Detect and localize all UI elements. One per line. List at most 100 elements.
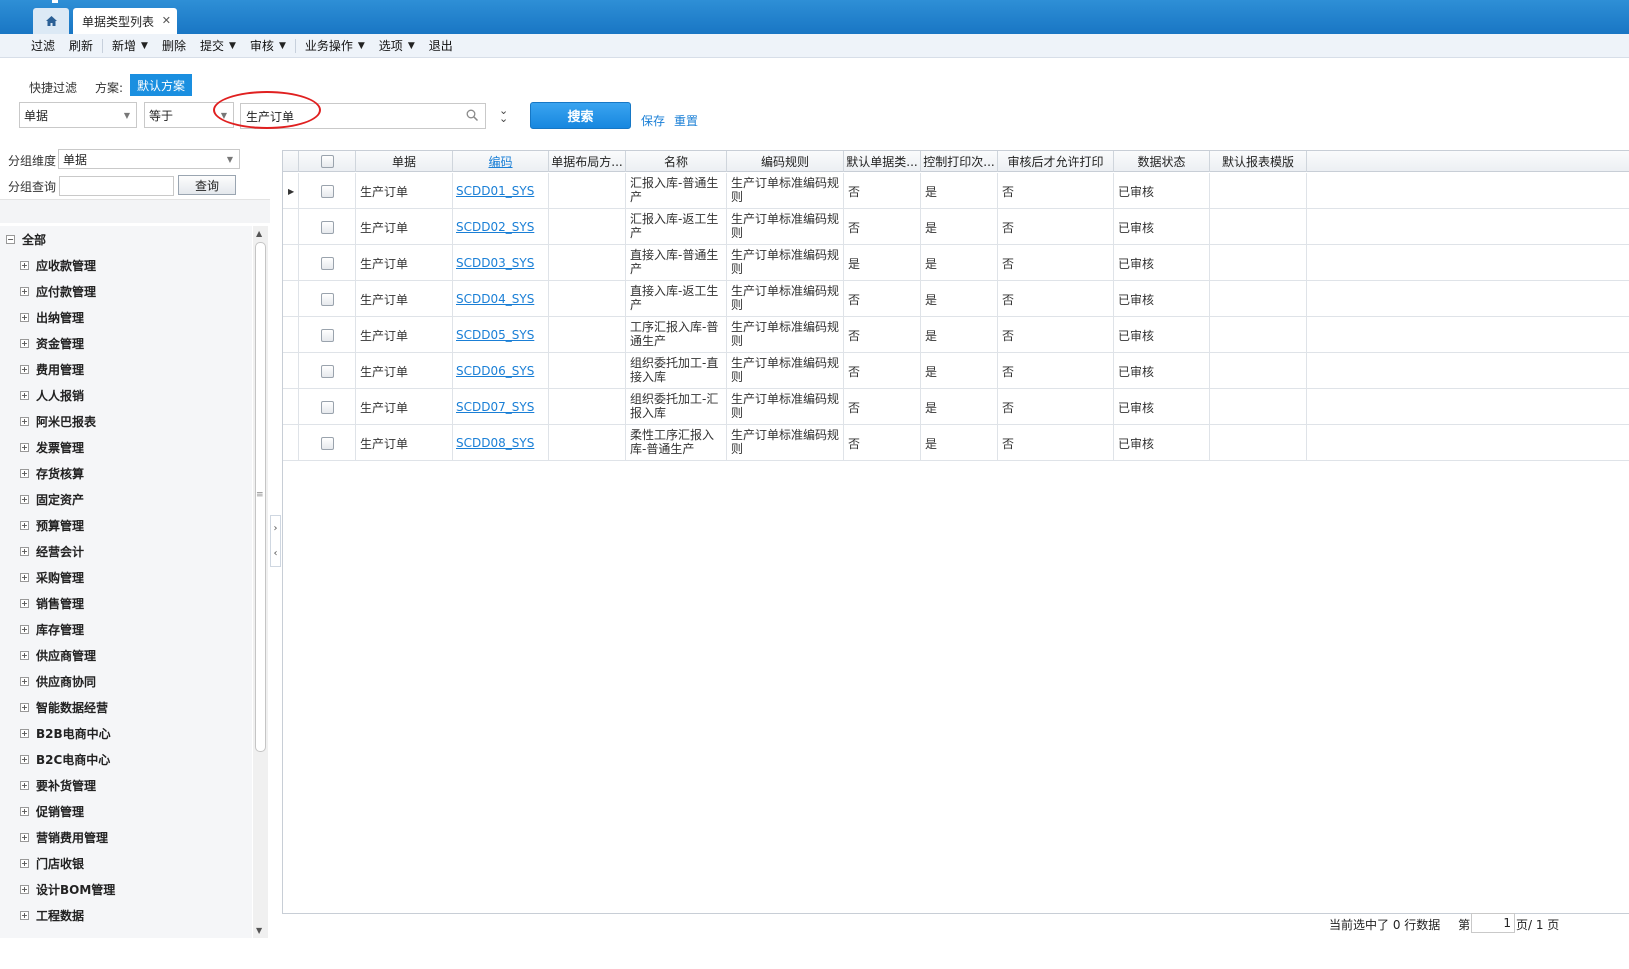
expand-icon[interactable]: + [20, 572, 29, 582]
menu-item-3[interactable]: 删除 [155, 37, 193, 54]
row-checkbox[interactable] [320, 400, 334, 414]
scroll-down-icon[interactable]: ▼ [256, 926, 262, 935]
expand-icon[interactable]: + [20, 728, 29, 738]
expand-icon[interactable]: + [20, 260, 29, 270]
expand-icon[interactable]: + [20, 416, 29, 426]
double-chevron-down-icon[interactable]: ⌄ ⌄ [499, 105, 508, 124]
expand-icon[interactable]: + [20, 468, 29, 478]
expand-icon[interactable]: + [20, 364, 29, 374]
expand-icon[interactable]: + [20, 884, 29, 894]
menu-item-7[interactable]: 选项 ▼ [372, 37, 422, 54]
table-row[interactable]: 生产订单 SCDD04_SYS 直接入库-返工生产 生产订单标准编码规则否是否已审核 [283, 281, 1629, 317]
expand-icon[interactable]: + [20, 546, 29, 556]
expand-icon[interactable]: + [20, 338, 29, 348]
expand-icon[interactable]: + [20, 624, 29, 634]
group-query-input[interactable] [59, 176, 174, 196]
row-select-cell[interactable] [299, 209, 356, 245]
tree-node[interactable]: + 要补货管理 [20, 772, 96, 798]
tab-bill-type-list[interactable]: 单据类型列表 ✕ [73, 8, 177, 34]
tree-node[interactable]: + 工程数据 [20, 902, 84, 928]
tree-node[interactable]: + 门店收银 [20, 850, 84, 876]
filter-field-select[interactable]: 单据 ▼ [19, 102, 137, 128]
row-select-cell[interactable] [299, 389, 356, 425]
tree-node[interactable]: + B2B电商中心 [20, 720, 111, 746]
column-header[interactable]: 单据布局方... [549, 151, 626, 172]
cell-code[interactable]: SCDD03_SYS [453, 245, 549, 281]
tree-node[interactable]: + 存货核算 [20, 460, 84, 486]
menu-item-6[interactable]: 业务操作 ▼ [298, 37, 372, 54]
column-header[interactable]: 默认单据类... [844, 151, 921, 172]
tree-node[interactable]: + 发票管理 [20, 434, 84, 460]
table-row[interactable]: 生产订单 SCDD02_SYS 汇报入库-返工生产 生产订单标准编码规则否是否已审核 [283, 209, 1629, 245]
save-link[interactable]: 保存 [641, 112, 665, 129]
tree-node[interactable]: + 供应商协同 [20, 668, 96, 694]
chevron-down-icon[interactable]: ▼ [221, 150, 239, 168]
row-checkbox[interactable] [320, 364, 334, 378]
tree-node[interactable]: + 人人报销 [20, 382, 84, 408]
expand-icon[interactable]: + [20, 676, 29, 686]
row-checkbox[interactable] [320, 436, 334, 450]
menu-item-0[interactable]: 过滤 [24, 37, 62, 54]
expand-icon[interactable]: + [20, 390, 29, 400]
row-checkbox[interactable] [320, 328, 334, 342]
caret-down-icon[interactable]: ▼ [141, 41, 148, 51]
expand-icon[interactable]: + [20, 442, 29, 452]
chevron-right-icon[interactable]: › [274, 523, 278, 534]
menu-item-5[interactable]: 审核 ▼ [243, 37, 293, 54]
query-button[interactable]: 查询 [178, 175, 236, 195]
close-icon[interactable]: ✕ [162, 14, 171, 27]
row-checkbox[interactable] [320, 256, 334, 270]
table-row[interactable]: ▶ 生产订单 SCDD01_SYS 汇报入库-普通生产 生产订单标准编码规则否是否已审核 [283, 173, 1629, 209]
scroll-up-icon[interactable]: ▲ [256, 229, 262, 238]
expand-icon[interactable]: + [20, 598, 29, 608]
expand-icon[interactable]: + [20, 754, 29, 764]
expand-icon[interactable]: + [20, 702, 29, 712]
tree-node[interactable]: + 预算管理 [20, 512, 84, 538]
row-checkbox[interactable] [320, 184, 334, 198]
tree-node[interactable]: + 阿米巴报表 [20, 408, 96, 434]
tree-node[interactable]: + 供应商管理 [20, 642, 96, 668]
panel-collapse-handle[interactable]: › ‹ [270, 515, 281, 567]
expand-icon[interactable]: + [20, 910, 29, 920]
tree-node[interactable]: + 应收款管理 [20, 252, 96, 278]
tree-node[interactable]: + 设计BOM管理 [20, 876, 115, 902]
tree-node-root[interactable]: − 全部 [6, 226, 46, 252]
menu-item-1[interactable]: 刷新 [62, 37, 100, 54]
caret-down-icon[interactable]: ▼ [358, 41, 365, 51]
menu-item-8[interactable]: 退出 [422, 37, 460, 54]
column-header[interactable]: 默认报表模版 [1210, 151, 1307, 172]
cell-code[interactable]: SCDD02_SYS [453, 209, 549, 245]
header-select-all[interactable] [299, 151, 356, 172]
tree-node[interactable]: + B2C电商中心 [20, 746, 110, 772]
table-row[interactable]: 生产订单 SCDD06_SYS 组织委托加工-直接入库 生产订单标准编码规则否是否已审… [283, 353, 1629, 389]
cell-code[interactable]: SCDD06_SYS [453, 353, 549, 389]
cell-code[interactable]: SCDD05_SYS [453, 317, 549, 353]
tree-node[interactable]: + 销售管理 [20, 590, 84, 616]
tree-node[interactable]: + 固定资产 [20, 486, 84, 512]
expand-icon[interactable]: + [20, 650, 29, 660]
cell-code[interactable]: SCDD01_SYS [453, 173, 549, 209]
expand-icon[interactable]: + [20, 286, 29, 296]
default-scheme-button[interactable]: 默认方案 [130, 74, 192, 96]
search-icon[interactable] [466, 109, 479, 122]
caret-down-icon[interactable]: ▼ [408, 41, 415, 51]
row-select-cell[interactable] [299, 281, 356, 317]
tree-node[interactable]: + 库存管理 [20, 616, 84, 642]
row-select-cell[interactable] [299, 353, 356, 389]
reset-link[interactable]: 重置 [674, 112, 698, 129]
table-row[interactable]: 生产订单 SCDD03_SYS 直接入库-普通生产 生产订单标准编码规则是是否已审核 [283, 245, 1629, 281]
select-all-checkbox[interactable] [320, 155, 334, 168]
menu-item-4[interactable]: 提交 ▼ [193, 37, 243, 54]
tree-node[interactable]: + 应付款管理 [20, 278, 96, 304]
table-row[interactable]: 生产订单 SCDD08_SYS 柔性工序汇报入库-普通生产 生产订单标准编码规则否是否… [283, 425, 1629, 461]
expand-icon[interactable]: + [20, 494, 29, 504]
home-tab[interactable] [33, 8, 69, 34]
search-button[interactable]: 搜索 [530, 102, 631, 129]
page-number-input[interactable]: 1 [1471, 913, 1515, 933]
tree-node[interactable]: + 出纳管理 [20, 304, 84, 330]
tree-node[interactable]: + 经营会计 [20, 538, 84, 564]
expand-icon[interactable]: + [20, 312, 29, 322]
column-header[interactable]: 编码规则 [727, 151, 844, 172]
row-select-cell[interactable] [299, 317, 356, 353]
column-header[interactable]: 审核后才允许打印 [998, 151, 1114, 172]
